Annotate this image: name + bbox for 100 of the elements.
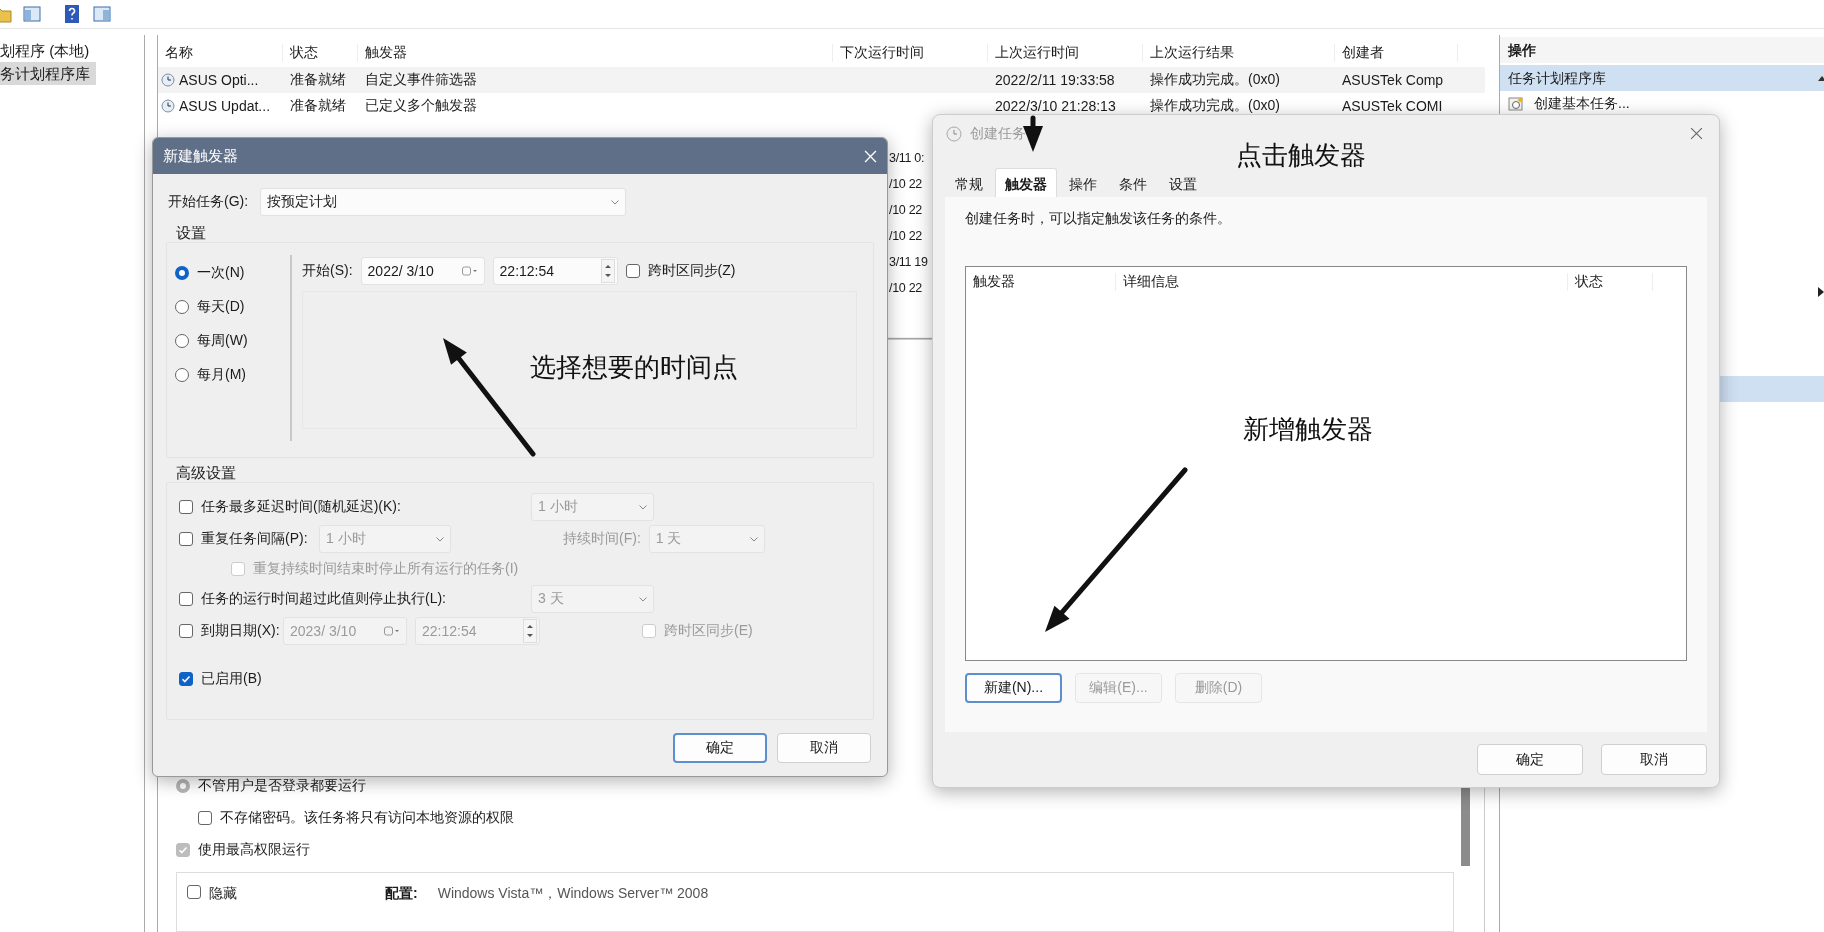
- annotation-arrow: [1023, 115, 1043, 152]
- column-header[interactable]: 触发器: [966, 273, 1116, 291]
- tab[interactable]: 操作: [1059, 168, 1107, 197]
- close-icon[interactable]: [1690, 127, 1703, 140]
- column-header[interactable]: 创建者: [1335, 44, 1458, 62]
- option-label: 跨时区同步(E): [664, 622, 753, 640]
- spin-icon: [523, 619, 537, 643]
- dialog-button[interactable]: 确定: [1477, 744, 1583, 775]
- table-cell: 3/11 0:: [889, 151, 925, 165]
- table-cell-text: 操作成功完成。(0x0): [1149, 71, 1281, 89]
- radio-button[interactable]: [175, 300, 189, 314]
- table-cell-text: 2022/3/10 21:28:13: [994, 98, 1117, 114]
- dropdown[interactable]: Windows Vista™，Windows Server™ 2008: [437, 885, 709, 903]
- column-header[interactable]: 上次运行时间: [988, 44, 1143, 62]
- option-label: 任务最多延迟时间(随机延迟)(K):: [201, 498, 402, 516]
- dialog-button[interactable]: 取消: [1601, 744, 1707, 775]
- column-header[interactable]: 下次运行时间: [833, 44, 988, 62]
- check-icon: [177, 844, 189, 856]
- table-cell: /10 22: [889, 177, 922, 191]
- chevron-down-icon: [436, 536, 444, 542]
- column-header[interactable]: 上次运行结果: [1143, 44, 1335, 62]
- clock-icon: [946, 126, 962, 142]
- option-label: 不存储密码。该任务将只有访问本地资源的权限: [220, 809, 514, 827]
- dialog-button[interactable]: 取消: [777, 733, 871, 763]
- option-label: 跨时区同步(Z): [647, 262, 736, 280]
- description-text: 创建任务时，可以指定触发该任务的条件。: [965, 210, 1232, 228]
- tree-item[interactable]: 划程序 (本地): [0, 39, 96, 62]
- table-cell-text: 2022/2/11 19:33:58: [994, 72, 1116, 88]
- chevron-down-icon: [749, 536, 758, 542]
- table-cell-text: 准备就绪: [289, 97, 347, 115]
- table-cell: 3/11 19: [889, 255, 928, 269]
- list-button[interactable]: 新建(N)...: [965, 673, 1062, 703]
- option-label: 重复任务间隔(P):: [201, 530, 309, 548]
- window-title: 创建任务: [970, 125, 1026, 143]
- option-label: 每周(W): [197, 332, 248, 350]
- table-cell-text: 准备就绪: [289, 71, 347, 89]
- time-field[interactable]: 22:12:54: [492, 257, 618, 285]
- table-cell-text: ASUSTek Comp: [1341, 72, 1445, 88]
- checkbox[interactable]: [179, 672, 193, 686]
- submenu-arrow-icon: [1818, 287, 1824, 297]
- chevron-down-icon: [611, 199, 620, 205]
- help-icon[interactable]: [62, 4, 82, 24]
- option-label: 不管用户是否登录都要运行: [198, 777, 366, 795]
- field-label: 开始(S):: [302, 262, 353, 280]
- checkbox[interactable]: [179, 624, 193, 638]
- option-label: 已启用(B): [201, 670, 262, 688]
- option-label: 每天(D): [197, 298, 245, 316]
- clock-icon: [161, 73, 175, 87]
- radio-button[interactable]: [175, 334, 189, 348]
- action-link[interactable]: 创建基本任务...: [1534, 95, 1630, 113]
- table-cell: /10 22: [889, 281, 922, 295]
- checkbox[interactable]: [187, 885, 201, 899]
- window-title: 新建触发器: [163, 146, 238, 166]
- table-cell-text: 已定义多个触发器: [364, 97, 478, 115]
- option-label: 任务的运行时间超过此值则停止执行(L):: [201, 590, 447, 608]
- spin-icon: [600, 259, 615, 283]
- group-title: 高级设置: [176, 464, 237, 482]
- tab[interactable]: 设置: [1159, 168, 1207, 197]
- field-label: 配置:: [385, 885, 418, 903]
- caret-icon: [1818, 75, 1824, 81]
- checkbox[interactable]: [179, 500, 193, 514]
- chevron-down-icon: [639, 504, 647, 510]
- clock-icon: [161, 99, 175, 113]
- dropdown[interactable]: 按预定计划: [260, 188, 627, 216]
- column-header[interactable]: 触发器: [358, 44, 833, 62]
- annotation-text: 新增触发器: [1243, 413, 1373, 446]
- annotation-text: 选择想要的时间点: [530, 351, 738, 384]
- column-header[interactable]: 状态: [1568, 273, 1653, 291]
- tab[interactable]: 触发器: [995, 168, 1057, 197]
- calendar-icon: [384, 626, 400, 636]
- chevron-down-icon: [639, 596, 647, 602]
- table-cell-text: 自定义事件筛选器: [364, 71, 478, 89]
- date-field[interactable]: 2022/ 3/10: [360, 257, 485, 285]
- radio-button[interactable]: [175, 266, 189, 280]
- tree-item[interactable]: 务计划程序库: [0, 62, 96, 85]
- checkbox[interactable]: [625, 264, 640, 278]
- tab[interactable]: 常规: [945, 168, 993, 197]
- option-label: 隐藏: [209, 885, 237, 903]
- table-cell-text: ASUSTek COMI: [1341, 98, 1444, 114]
- option-label: 每月(M): [197, 366, 246, 384]
- section-header[interactable]: 任务计划程序库: [1500, 65, 1824, 91]
- annotation-text: 点击触发器: [1236, 139, 1366, 172]
- table-cell: ASUS Updat...: [179, 98, 271, 114]
- column-header[interactable]: 名称: [158, 44, 283, 62]
- radio-button[interactable]: [175, 368, 189, 382]
- checkbox[interactable]: [179, 592, 193, 606]
- field-label: 开始任务(G):: [168, 193, 249, 211]
- task-icon: [1508, 96, 1524, 112]
- calendar-icon: [461, 266, 478, 276]
- tab[interactable]: 条件: [1109, 168, 1157, 197]
- table-cell: /10 22: [889, 203, 922, 217]
- column-header[interactable]: 状态: [283, 44, 358, 62]
- dialog-button[interactable]: 确定: [673, 733, 767, 763]
- table-cell: ASUS Opti...: [179, 72, 259, 88]
- checkbox[interactable]: [179, 532, 193, 546]
- table-cell: /10 22: [889, 229, 922, 243]
- table-cell-text: 操作成功完成。(0x0): [1149, 97, 1281, 115]
- check-icon: [180, 673, 192, 685]
- column-header[interactable]: 详细信息: [1116, 273, 1568, 291]
- field-label: 持续时间(F):: [563, 530, 641, 548]
